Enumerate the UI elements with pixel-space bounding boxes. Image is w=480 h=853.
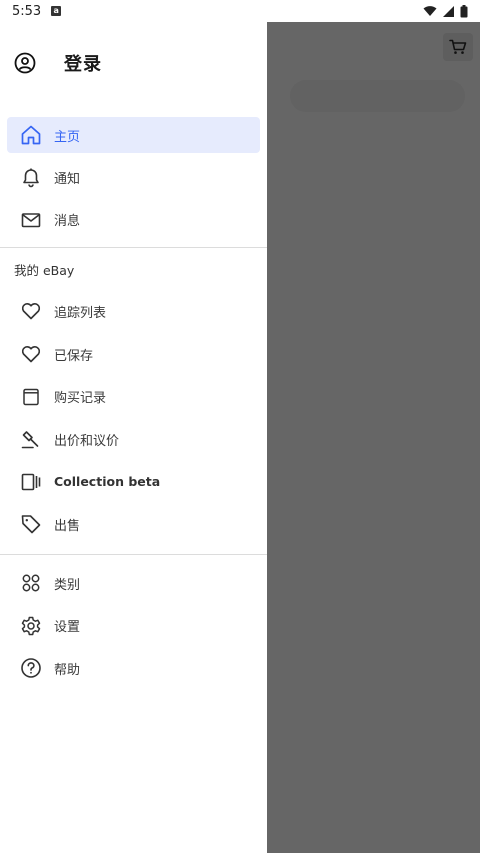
help-icon <box>20 657 42 679</box>
nav-item-label: 出价和议价 <box>54 433 120 449</box>
nav-item-home[interactable]: 主页 <box>7 117 260 153</box>
nav-item-messages[interactable]: 消息 <box>0 199 267 242</box>
nav-item-label: 帮助 <box>54 662 81 678</box>
section-title-my-ebay: 我的 eBay <box>14 262 75 278</box>
nav-item-categories[interactable]: 类别 <box>0 562 267 605</box>
other-nav-group: 类别 设置 帮助 <box>0 562 267 690</box>
nav-item-label: 已保存 <box>54 348 94 364</box>
my-ebay-group: 追踪列表 已保存 购买记录 出价和议价 Collection beta 出售 <box>0 290 267 546</box>
gear-icon <box>20 615 42 637</box>
signal-icon <box>443 5 454 17</box>
battery-icon <box>460 4 468 18</box>
background-search-bar <box>290 80 465 112</box>
heart-icon <box>20 300 42 322</box>
wifi-icon <box>423 5 437 17</box>
navigation-drawer: 登录 主页 通知 消息 我的 eBay 追踪列表 已保存 购买记录 出价和议价 … <box>0 22 267 853</box>
collection-icon <box>20 471 42 493</box>
primary-nav-group: 主页 通知 消息 <box>0 117 267 241</box>
home-icon <box>20 124 42 146</box>
nav-item-collection[interactable]: Collection beta <box>0 461 267 504</box>
bell-icon <box>20 166 42 188</box>
nav-item-saved[interactable]: 已保存 <box>0 333 267 376</box>
nav-item-watchlist[interactable]: 追踪列表 <box>0 290 267 333</box>
nav-item-label: 设置 <box>54 620 81 636</box>
nav-item-settings[interactable]: 设置 <box>0 604 267 647</box>
cart-icon <box>443 33 473 61</box>
nav-item-label: 购买记录 <box>54 391 107 407</box>
nav-item-label: Collection beta <box>54 474 161 490</box>
nav-item-label: 主页 <box>54 129 81 145</box>
app-notification-icon: a <box>51 6 62 16</box>
status-time: 5:53 <box>12 3 42 19</box>
nav-item-label: 消息 <box>54 214 81 230</box>
nav-item-purchase-history[interactable]: 购买记录 <box>0 375 267 418</box>
purchase-history-icon <box>20 386 42 408</box>
nav-item-label: 通知 <box>54 171 81 187</box>
nav-item-label: 类别 <box>54 577 81 593</box>
heart-icon <box>20 343 42 365</box>
nav-item-bids-offers[interactable]: 出价和议价 <box>0 418 267 461</box>
nav-item-label: 出售 <box>54 518 81 534</box>
nav-item-notifications[interactable]: 通知 <box>0 156 267 199</box>
gavel-icon <box>20 428 42 450</box>
nav-item-selling[interactable]: 出售 <box>0 503 267 546</box>
nav-item-label: 追踪列表 <box>54 305 107 321</box>
drawer-header[interactable]: 登录 <box>0 22 267 104</box>
login-label: 登录 <box>64 54 102 75</box>
mail-icon <box>20 209 42 231</box>
tag-icon <box>20 513 42 535</box>
status-bar: 5:53 a <box>0 0 480 22</box>
categories-icon <box>20 572 42 594</box>
nav-item-help[interactable]: 帮助 <box>0 647 267 690</box>
account-circle-icon <box>14 52 36 74</box>
